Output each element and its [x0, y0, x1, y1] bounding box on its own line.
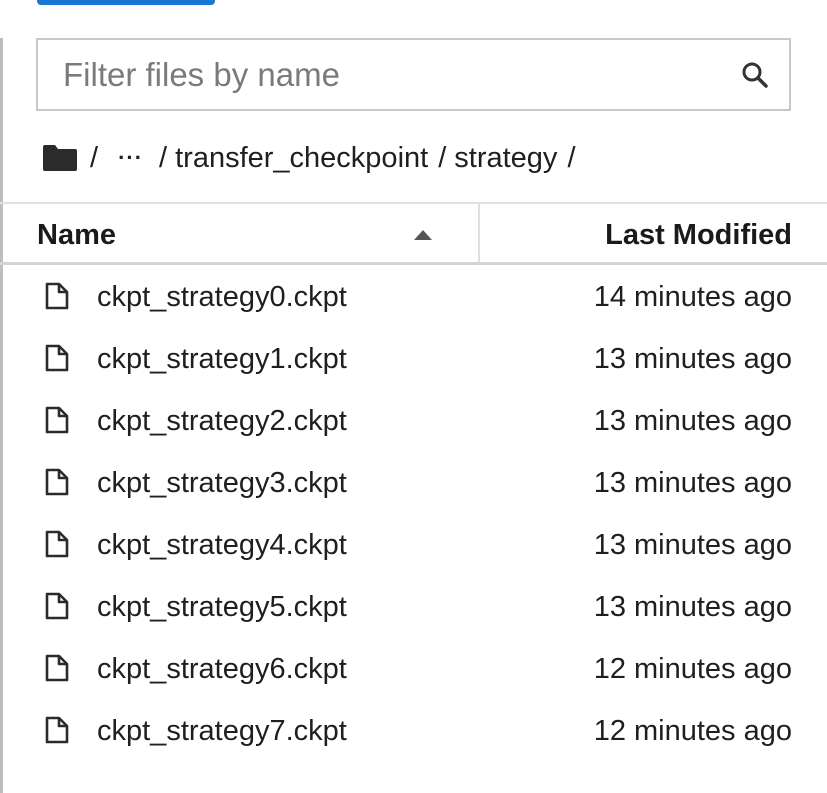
file-name: ckpt_strategy4.ckpt	[97, 529, 347, 561]
column-header-name-label: Name	[37, 219, 116, 251]
file-icon	[45, 344, 69, 372]
sort-ascending-icon	[414, 227, 432, 240]
file-last-modified: 13 minutes ago	[593, 467, 792, 499]
file-icon	[45, 406, 69, 434]
file-row[interactable]: ckpt_strategy7.ckpt 12 minutes ago	[0, 701, 827, 763]
file-icon	[45, 282, 69, 310]
file-list: ckpt_strategy0.ckpt 14 minutes ago ckpt_st…	[0, 267, 827, 763]
file-row[interactable]: ckpt_strategy5.ckpt 13 minutes ago	[0, 577, 827, 639]
file-icon	[45, 592, 69, 620]
file-icon	[45, 468, 69, 496]
file-last-modified: 13 minutes ago	[593, 405, 792, 437]
file-row[interactable]: ckpt_strategy6.ckpt 12 minutes ago	[0, 639, 827, 701]
file-name: ckpt_strategy2.ckpt	[97, 405, 347, 437]
breadcrumb-separator: /	[159, 141, 168, 174]
file-row[interactable]: ckpt_strategy2.ckpt 13 minutes ago	[0, 391, 827, 453]
search-icon[interactable]	[735, 55, 775, 95]
breadcrumb-separator: /	[438, 141, 447, 174]
file-icon	[45, 530, 69, 558]
file-list-header: Name Last Modified	[0, 204, 827, 262]
breadcrumb-separator: /	[90, 141, 99, 174]
file-last-modified: 14 minutes ago	[593, 281, 792, 313]
breadcrumb: / ··· / transfer_checkpoint / strategy /	[42, 136, 584, 180]
file-row[interactable]: ckpt_strategy0.ckpt 14 minutes ago	[0, 267, 827, 329]
file-row[interactable]: ckpt_strategy4.ckpt 13 minutes ago	[0, 515, 827, 577]
file-name: ckpt_strategy1.ckpt	[97, 343, 347, 375]
file-name: ckpt_strategy5.ckpt	[97, 591, 347, 623]
file-icon	[45, 654, 69, 682]
file-last-modified: 13 minutes ago	[593, 343, 792, 375]
file-name: ckpt_strategy3.ckpt	[97, 467, 347, 499]
file-last-modified: 13 minutes ago	[593, 529, 792, 561]
file-browser-panel: / ··· / transfer_checkpoint / strategy /…	[0, 0, 827, 793]
breadcrumb-ellipsis[interactable]: ···	[106, 145, 149, 171]
column-header-last-modified[interactable]: Last Modified	[605, 219, 792, 252]
file-last-modified: 12 minutes ago	[593, 715, 792, 747]
file-row[interactable]: ckpt_strategy3.ckpt 13 minutes ago	[0, 453, 827, 515]
breadcrumb-item-transfer-checkpoint[interactable]: transfer_checkpoint	[175, 142, 428, 175]
folder-icon[interactable]	[42, 143, 80, 173]
toolbar-accent-button[interactable]	[37, 0, 215, 5]
breadcrumb-separator: /	[567, 141, 576, 174]
filter-box	[36, 38, 791, 111]
breadcrumb-item-strategy[interactable]: strategy	[454, 142, 557, 175]
header-divider	[0, 262, 827, 265]
file-row[interactable]: ckpt_strategy1.ckpt 13 minutes ago	[0, 329, 827, 391]
column-header-name[interactable]: Name	[0, 204, 480, 262]
file-icon	[45, 716, 69, 744]
file-name: ckpt_strategy0.ckpt	[97, 281, 347, 313]
file-last-modified: 12 minutes ago	[593, 653, 792, 685]
file-name: ckpt_strategy7.ckpt	[97, 715, 347, 747]
file-name: ckpt_strategy6.ckpt	[97, 653, 347, 685]
file-last-modified: 13 minutes ago	[593, 591, 792, 623]
filter-files-input[interactable]	[38, 40, 735, 109]
